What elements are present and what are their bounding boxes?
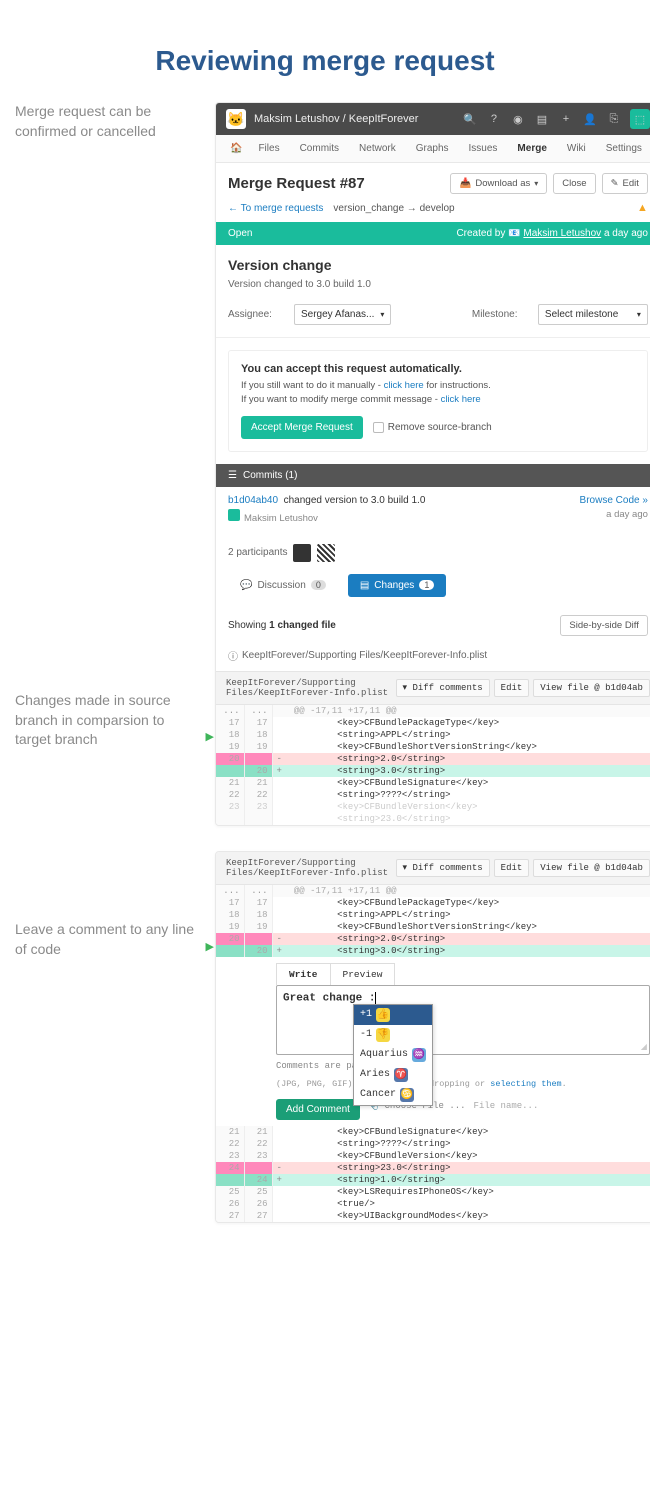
mr-description: Version changed to 3.0 build 1.0 xyxy=(228,279,648,290)
snippet-icon[interactable]: ▤ xyxy=(534,111,550,127)
milestone-select[interactable]: Select milestone▾ xyxy=(538,304,648,325)
accept-box: You can accept this request automaticall… xyxy=(228,350,648,452)
topbar: 🐱 Maksim Letushov / KeepItForever 🔍 ? ◉ … xyxy=(216,103,650,135)
participant-avatar[interactable] xyxy=(317,544,335,562)
annotation-changes: Changes made in source branch in compars… xyxy=(15,691,200,750)
accept-merge-button[interactable]: Accept Merge Request xyxy=(241,416,363,439)
nav-commits[interactable]: Commits xyxy=(290,135,349,162)
pointer-icon: ▶ xyxy=(215,403,650,416)
inline-comment-form: Write Preview Great change : +1 👍 -1 👎 A… xyxy=(276,963,650,1120)
annotation-confirm: Merge request can be confirmed or cancel… xyxy=(15,102,200,141)
avatar-icon xyxy=(228,509,240,521)
participant-avatar[interactable] xyxy=(293,544,311,562)
search-icon[interactable]: 🔍 xyxy=(462,111,478,127)
commits-header[interactable]: ☰ Commits (1) xyxy=(216,464,650,487)
diff-table: 2121 <key>CFBundleSignature</key>2222 <s… xyxy=(216,1126,650,1222)
browse-code-link[interactable]: Browse Code » xyxy=(580,495,648,506)
edit-button[interactable]: ✎ Edit xyxy=(602,173,648,194)
nav-files[interactable]: Files xyxy=(248,135,289,162)
preview-tab[interactable]: Preview xyxy=(331,964,395,985)
diff-table: ......@@ -17,11 +17,11 @@ 1717 <key>CFBu… xyxy=(216,885,650,957)
app-logo[interactable]: 🐱 xyxy=(226,109,246,129)
avatar-icon[interactable]: ⬚ xyxy=(630,109,650,129)
author-link[interactable]: Maksim Letushov xyxy=(523,228,601,239)
file-name-placeholder: File name... xyxy=(474,1101,539,1111)
help-icon[interactable]: ? xyxy=(486,111,502,127)
nav-graphs[interactable]: Graphs xyxy=(406,135,459,162)
nav-network[interactable]: Network xyxy=(349,135,406,162)
back-to-merge-requests-link[interactable]: ← To merge requests xyxy=(228,203,323,214)
nav-issues[interactable]: Issues xyxy=(459,135,508,162)
pointer-icon: ▲ xyxy=(637,202,648,214)
comment-textarea[interactable]: Great change : +1 👍 -1 👎 Aquarius ♒ Arie… xyxy=(276,985,650,1055)
annotation-comment: Leave a comment to any line of code ▶ xyxy=(15,920,200,959)
diff-file-path: KeepItForever/Supporting Files/KeepItFor… xyxy=(226,678,396,698)
emoji-autocomplete[interactable]: +1 👍 -1 👎 Aquarius ♒ Aries ♈ Cancer ♋ xyxy=(353,1004,433,1106)
nav-settings[interactable]: Settings xyxy=(596,135,650,162)
commit-hash[interactable]: b1d04ab40 xyxy=(228,495,278,506)
nav-merge[interactable]: Merge xyxy=(507,135,556,162)
page-title: Reviewing merge request xyxy=(0,0,650,102)
resize-handle[interactable]: ◢ xyxy=(641,1042,647,1052)
milestone-label: Milestone: xyxy=(472,309,528,320)
diff-edit-button[interactable]: Edit xyxy=(494,679,530,697)
write-tab[interactable]: Write xyxy=(277,964,331,985)
project-nav: 🏠 Files Commits Network Graphs Issues Me… xyxy=(216,135,650,163)
globe-icon[interactable]: ◉ xyxy=(510,111,526,127)
mr-heading: Version change xyxy=(228,257,648,273)
diff-view-file-button[interactable]: View file @ b1d04ab xyxy=(533,679,650,697)
manual-instructions-link[interactable]: click here xyxy=(384,380,424,391)
main-screenshot: ▶ 🐱 Maksim Letushov / KeepItForever 🔍 ? … xyxy=(215,102,650,826)
signout-icon[interactable]: ⎘ xyxy=(606,111,622,127)
diff-comments-toggle[interactable]: ▾ Diff comments xyxy=(396,679,490,697)
nav-home[interactable]: 🏠 xyxy=(224,135,248,162)
assignee-select[interactable]: Sergey Afanas...▾ xyxy=(294,304,391,325)
pointer-icon: ▶ xyxy=(206,940,214,955)
close-button[interactable]: Close xyxy=(553,173,595,194)
accept-heading: You can accept this request automaticall… xyxy=(241,363,635,375)
diff-table: ......@@ -17,11 +17,11 @@ 1717 <key>CFBu… xyxy=(216,705,650,825)
participants: 2 participants xyxy=(216,532,650,574)
user-icon[interactable]: 👤 xyxy=(582,111,598,127)
diff-edit-button[interactable]: Edit xyxy=(494,859,530,877)
remove-source-branch-checkbox[interactable]: Remove source-branch xyxy=(373,422,492,433)
side-by-side-diff-button[interactable]: Side-by-side Diff xyxy=(560,615,648,636)
tab-discussion[interactable]: 💬 Discussion 0 xyxy=(228,574,338,597)
diff-file-path: KeepItForever/Supporting Files/KeepItFor… xyxy=(226,858,396,878)
selecting-link[interactable]: selecting them xyxy=(490,1079,561,1089)
comment-screenshot: KeepItForever/Supporting Files/KeepItFor… xyxy=(215,851,650,1223)
showing-files: Showing 1 changed file xyxy=(228,620,336,631)
diff-view-file-button[interactable]: View file @ b1d04ab xyxy=(533,859,650,877)
download-as-button[interactable]: 📥 Download as ▾ xyxy=(450,173,547,194)
breadcrumb[interactable]: Maksim Letushov / KeepItForever xyxy=(254,113,454,125)
status-open: Open xyxy=(228,228,252,239)
tab-changes[interactable]: ▤ Changes 1 xyxy=(348,574,447,597)
diff-comments-toggle[interactable]: ▾ Diff comments xyxy=(396,859,490,877)
plus-icon[interactable]: + xyxy=(558,111,574,127)
status-banner: Open Created by 📧 Maksim Letushov a day … xyxy=(216,222,650,245)
branch-info: version_change → develop xyxy=(333,203,454,214)
assignee-label: Assignee: xyxy=(228,309,284,320)
mr-title: Merge Request #87 xyxy=(228,175,444,192)
commit-row: b1d04ab40 changed version to 3.0 build 1… xyxy=(216,487,650,532)
changed-file-path: ⓘ KeepItForever/Supporting Files/KeepItF… xyxy=(216,644,650,671)
add-comment-button[interactable]: Add Comment xyxy=(276,1099,360,1120)
pointer-icon: ▶ xyxy=(206,730,214,745)
nav-wiki[interactable]: Wiki xyxy=(557,135,596,162)
